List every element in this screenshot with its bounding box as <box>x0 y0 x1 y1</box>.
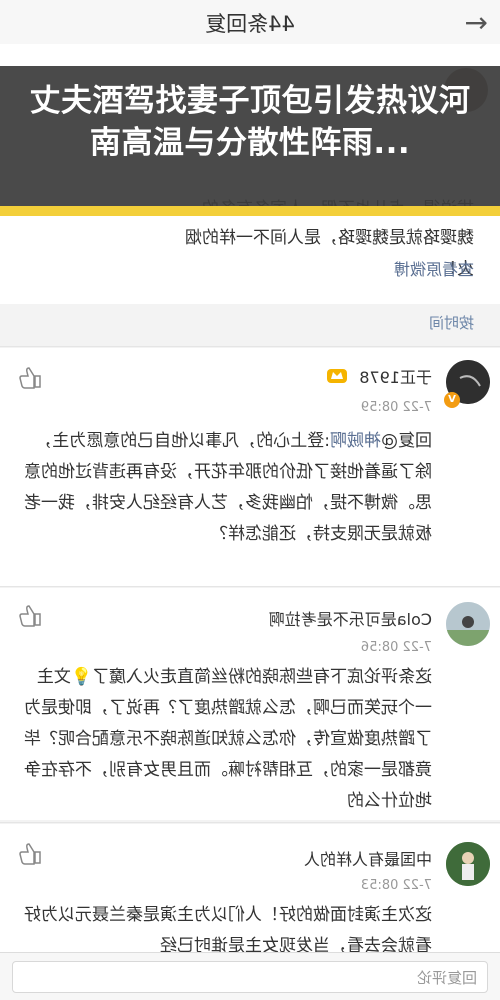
like-icon[interactable] <box>18 840 44 866</box>
comment-text: 回复@神贼啊:登上心的，凡事以他自己的意愿为主，除了逼着他接了低价的那年花开，没… <box>24 426 432 550</box>
comment-time: 7-22 08:53 <box>360 878 432 893</box>
page-title: 44条回复 <box>205 12 295 36</box>
mention-link[interactable]: 神贼啊 <box>330 431 381 451</box>
reply-prefix: 回复@ <box>381 431 432 451</box>
comment-time: 7-22 08:56 <box>360 640 432 655</box>
top-bar: ← 44条回复 <box>0 0 500 45</box>
comment-item: V 于正1978 7-22 08:59 回复@神贼啊:登上心的，凡事以他自己的意… <box>0 348 500 586</box>
user-avatar[interactable] <box>446 602 490 646</box>
reply-placeholder: 回复评论 <box>416 969 477 987</box>
user-avatar[interactable] <box>446 842 490 886</box>
news-headline-banner: 丈夫酒驾找妻子顶包引发热议河南高温与分散性阵雨... <box>0 66 500 216</box>
reply-bar: 回复评论 <box>0 952 500 1000</box>
crown-icon <box>326 366 348 384</box>
divider <box>0 822 500 823</box>
comment-username[interactable]: 于正1978 <box>359 364 432 388</box>
like-icon[interactable] <box>18 602 44 628</box>
like-icon[interactable] <box>18 364 44 390</box>
divider <box>0 586 500 587</box>
reply-input[interactable]: 回复评论 <box>12 961 488 993</box>
post-line-2: 魏璎珞就是魏璎珞，是人间不一样的烟 <box>185 228 474 248</box>
comment-username[interactable]: 中国最有人样的人 <box>304 846 432 870</box>
comment-text: 这次主演封面做的好！人们以为主演是秦兰聂元以为好看就会去看，当发现女主是谁时已经 <box>24 905 432 952</box>
comment-username[interactable]: Cola是可乐不是考拉啊 <box>269 606 432 630</box>
view-original-link[interactable]: 查看原微博 <box>394 256 474 280</box>
comment-time: 7-22 08:59 <box>360 400 432 415</box>
verified-badge-icon: V <box>444 392 460 408</box>
comment-text: 这条评论底下有些陈晓的粉丝简直走火入魔了💡文主一个玩笑而已啊，怎么就蹭热度了？再… <box>24 667 432 811</box>
comment-item: Cola是可乐不是考拉啊 7-22 08:56 这条评论底下有些陈晓的粉丝简直走… <box>0 588 500 820</box>
sort-by-time-label[interactable]: 按时间 <box>429 312 474 333</box>
divider <box>0 346 500 347</box>
comment-item: 中国最有人样的人 7-22 08:53 这次主演封面做的好！人们以为主演是秦兰聂… <box>0 824 500 952</box>
